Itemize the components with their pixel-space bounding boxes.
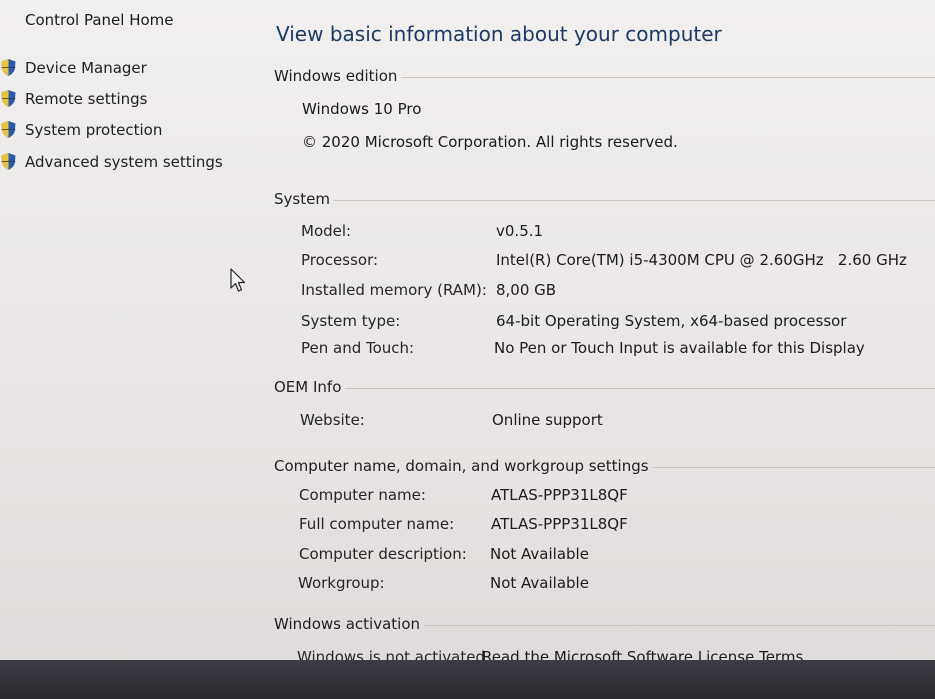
section-divider — [652, 467, 935, 468]
info-label: Processor: — [301, 251, 379, 269]
shield-icon — [1, 59, 16, 76]
section-heading: Windows activation — [274, 615, 421, 633]
info-value: ATLAS-PPP31L8QF — [491, 486, 628, 504]
section-system: System — [274, 189, 935, 209]
online-support-link[interactable]: Online support — [492, 411, 603, 429]
taskbar[interactable] — [0, 660, 935, 699]
section-heading: OEM Info — [274, 378, 342, 396]
info-label: Installed memory (RAM): — [301, 281, 487, 299]
info-row-system-type: System type: 64-bit Operating System, x6… — [272, 312, 935, 334]
info-row-website: Website: Online support — [272, 411, 935, 433]
section-divider — [424, 625, 935, 626]
info-label: Website: — [300, 411, 365, 429]
shield-icon — [1, 121, 16, 138]
info-row-processor: Processor: Intel(R) Core(TM) i5-4300M CP… — [272, 251, 935, 273]
info-row-workgroup: Workgroup: Not Available — [272, 574, 935, 596]
copyright-text: © 2020 Microsoft Corporation. All rights… — [302, 133, 678, 151]
info-row-model: Model: v0.5.1 — [272, 222, 935, 244]
info-label: Model: — [301, 222, 352, 240]
system-window: Control Panel Home Device Manager Remote… — [0, 0, 935, 699]
section-divider — [401, 77, 935, 78]
control-panel-home-link[interactable]: Control Panel Home — [25, 11, 174, 29]
sidebar-item-remote-settings[interactable]: Remote settings — [0, 89, 147, 108]
info-value: Not Available — [490, 545, 589, 563]
edition-name: Windows 10 Pro — [302, 100, 422, 118]
shield-icon — [1, 153, 16, 170]
info-row-memory: Installed memory (RAM): 8,00 GB — [272, 281, 935, 303]
page-title: View basic information about your comput… — [276, 22, 722, 46]
info-value: Intel(R) Core(TM) i5-4300M CPU @ 2.60GHz… — [496, 251, 907, 269]
info-label: Computer description: — [299, 545, 467, 563]
section-heading: Windows edition — [274, 67, 398, 85]
sidebar-item-label: System protection — [25, 120, 163, 139]
info-value: Not Available — [490, 574, 589, 592]
info-label: Workgroup: — [298, 574, 385, 592]
info-value: ATLAS-PPP31L8QF — [491, 515, 628, 533]
section-oem-info: OEM Info — [274, 377, 935, 397]
sidebar: Control Panel Home Device Manager Remote… — [0, 0, 260, 660]
info-label: Pen and Touch: — [301, 339, 415, 357]
section-computer-name: Computer name, domain, and workgroup set… — [274, 456, 935, 476]
section-heading: System — [274, 190, 330, 208]
main-content: View basic information about your comput… — [272, 0, 935, 666]
section-windows-edition: Windows edition — [274, 66, 935, 86]
info-value: 8,00 GB — [496, 281, 557, 299]
info-label: Computer name: — [299, 486, 426, 504]
sidebar-item-system-protection[interactable]: System protection — [0, 120, 162, 139]
info-value: No Pen or Touch Input is available for t… — [494, 339, 865, 357]
info-value: v0.5.1 — [496, 222, 544, 240]
info-label: Full computer name: — [299, 515, 455, 533]
section-divider — [345, 388, 935, 389]
info-row-computer-description: Computer description: Not Available — [272, 545, 935, 567]
section-windows-activation: Windows activation — [274, 614, 935, 634]
info-row-pen-touch: Pen and Touch: No Pen or Touch Input is … — [272, 339, 935, 361]
info-row-computer-name: Computer name: ATLAS-PPP31L8QF — [272, 486, 935, 508]
info-row-full-computer-name: Full computer name: ATLAS-PPP31L8QF — [272, 515, 935, 537]
section-heading: Computer name, domain, and workgroup set… — [274, 457, 649, 475]
sidebar-item-label: Advanced system settings — [25, 152, 223, 171]
sidebar-item-label: Remote settings — [25, 89, 148, 108]
sidebar-item-device-manager[interactable]: Device Manager — [0, 58, 147, 77]
sidebar-item-advanced-system-settings[interactable]: Advanced system settings — [0, 152, 223, 171]
info-value: 64-bit Operating System, x64-based proce… — [496, 312, 847, 330]
mouse-pointer-icon — [230, 268, 246, 292]
sidebar-item-label: Device Manager — [25, 58, 147, 77]
info-label: System type: — [301, 312, 401, 330]
shield-icon — [1, 90, 16, 107]
section-divider — [333, 200, 935, 201]
